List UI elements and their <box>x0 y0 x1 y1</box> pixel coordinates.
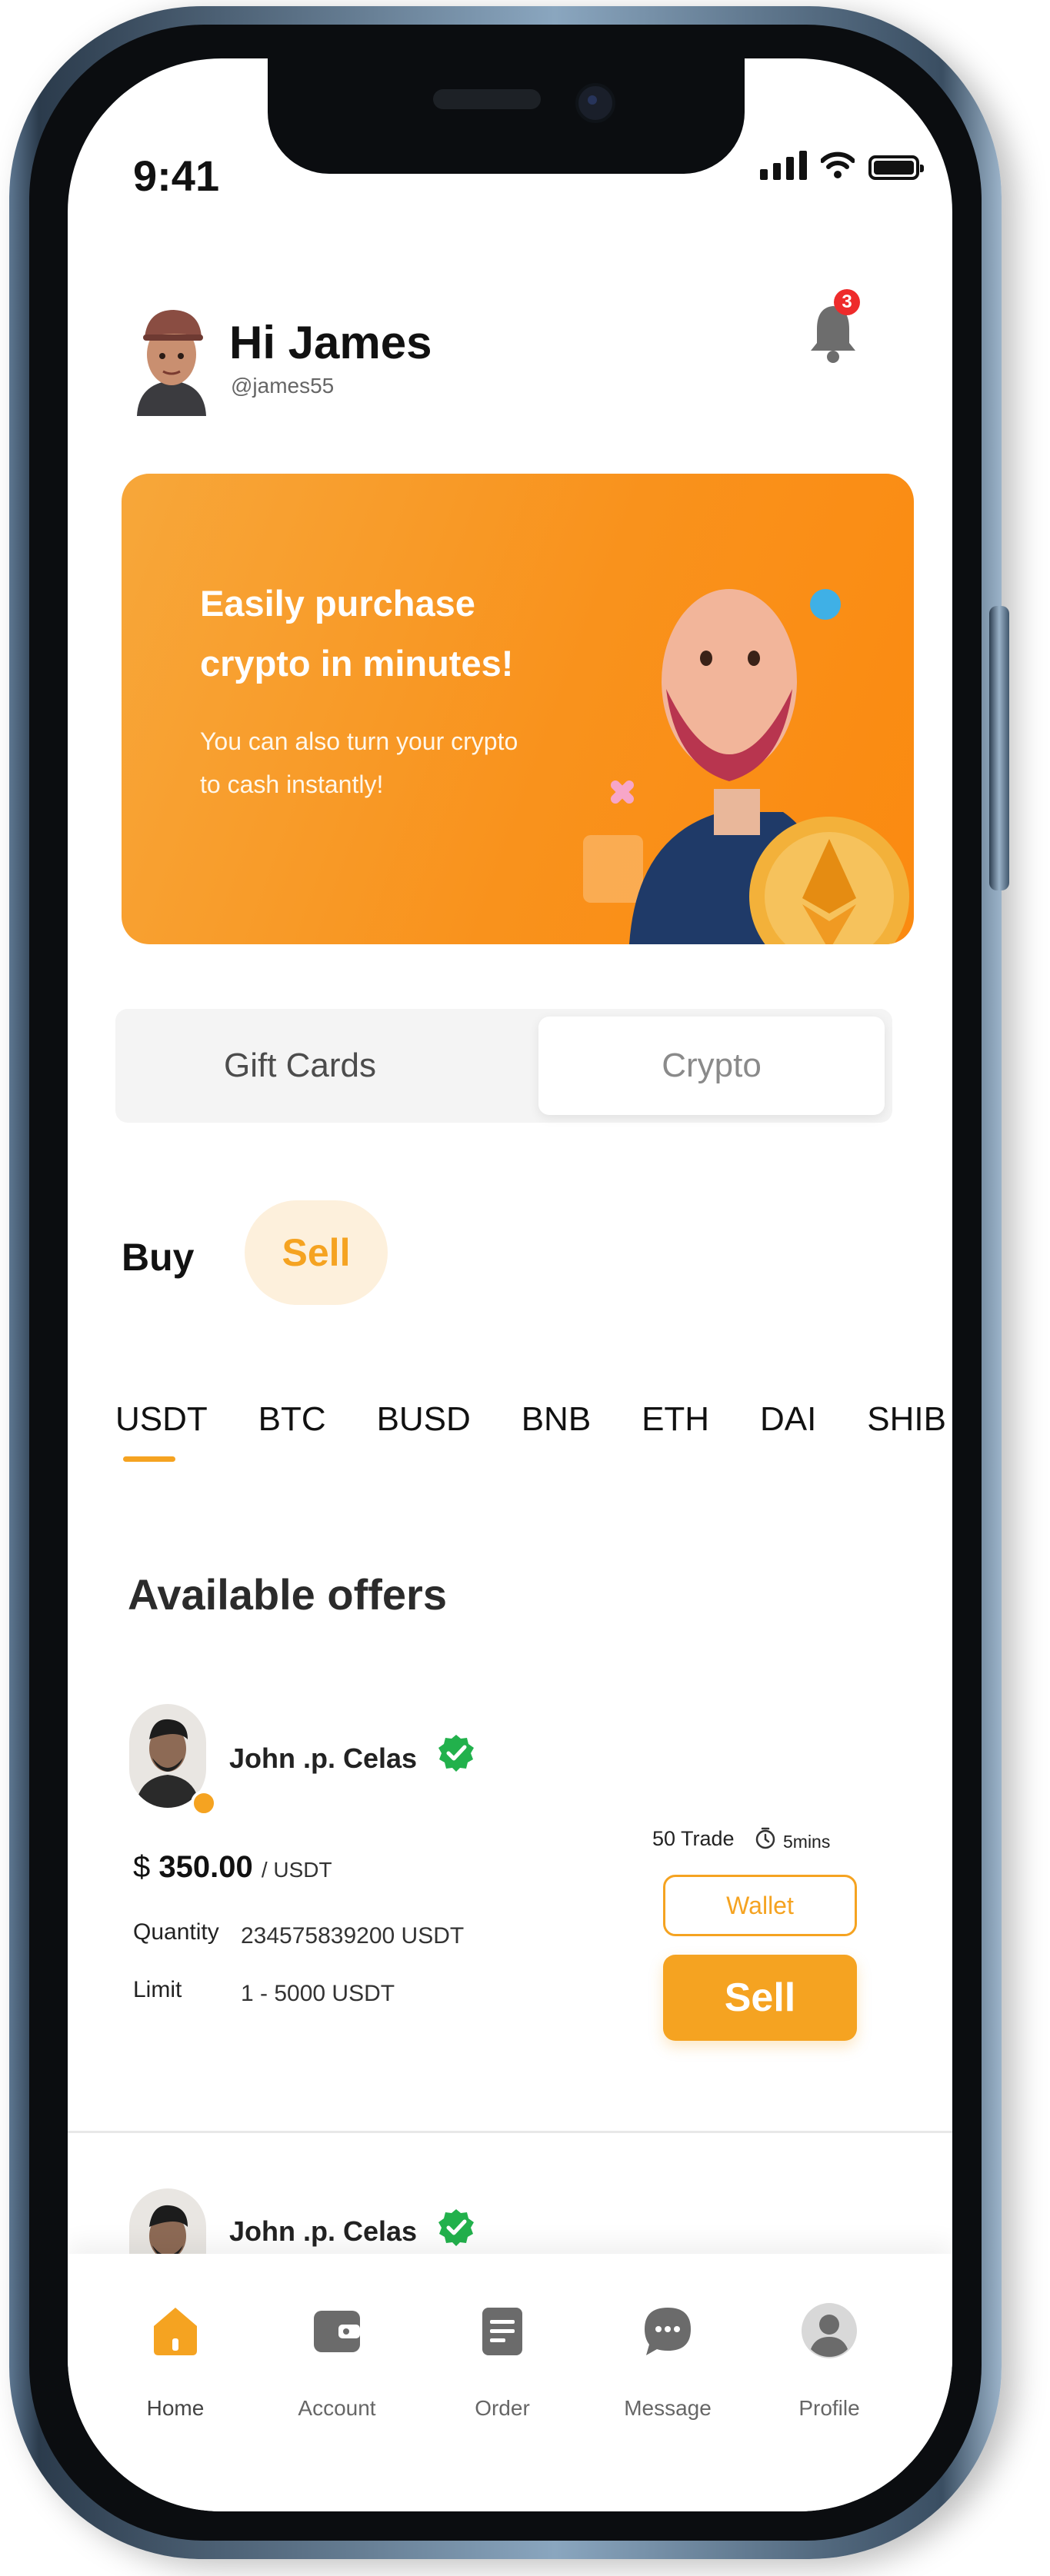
coin-tab-dai[interactable]: DAI <box>760 1400 816 1439</box>
nav-label-order: Order <box>475 2396 530 2420</box>
notification-button[interactable]: 3 <box>806 289 860 366</box>
nav-label-home: Home <box>146 2396 205 2420</box>
coin-tab-btc[interactable]: BTC <box>258 1400 326 1439</box>
banner-subtitle: You can also turn your crypto to cash in… <box>200 727 518 798</box>
user-avatar[interactable] <box>129 301 214 416</box>
currency-symbol: $ <box>133 1850 151 1884</box>
coin-tabs: USDT BTC BUSD BNB ETH DAI SHIB <box>115 1400 946 1439</box>
phone-frame: 9:41 Hi James @james55 3 Easily purchase… <box>9 6 1009 2559</box>
battery-icon <box>868 155 924 180</box>
online-status-dot <box>191 1790 217 1816</box>
offer-price: $ 350.00 / USDT <box>133 1850 332 1885</box>
wallet-button[interactable]: Wallet <box>663 1875 857 1936</box>
notch <box>268 58 745 174</box>
category-segmented-control: Gift Cards Crypto <box>115 1009 892 1123</box>
verified-badge-icon <box>438 1735 474 1772</box>
trader-name[interactable]: John .p. Celas <box>229 1742 417 1775</box>
offer-avatar[interactable] <box>129 1704 206 1808</box>
coin-tab-usdt[interactable]: USDT <box>115 1400 208 1439</box>
coin-tab-shib[interactable]: SHIB <box>867 1400 946 1439</box>
sell-toggle[interactable]: Sell <box>245 1200 388 1305</box>
nav-item-message[interactable]: Message <box>602 2300 733 2421</box>
side-button <box>989 606 1009 890</box>
coin-tab-eth[interactable]: ETH <box>642 1400 709 1439</box>
wallet-icon <box>314 2311 360 2352</box>
active-coin-indicator <box>123 1456 175 1462</box>
signal-icon <box>760 151 807 180</box>
phone-bezel: 9:41 Hi James @james55 3 Easily purchase… <box>29 25 982 2541</box>
banner-title: Easily purchase crypto in minutes! <box>200 583 514 684</box>
quantity-value: 234575839200 USDT <box>241 1923 465 1949</box>
nav-label-account: Account <box>298 2396 376 2420</box>
coin-tab-bnb[interactable]: BNB <box>522 1400 591 1439</box>
front-camera <box>575 83 615 123</box>
quantity-label: Quantity <box>133 1919 219 1945</box>
home-icon <box>154 2308 197 2355</box>
nav-item-home[interactable]: Home <box>110 2300 241 2421</box>
coin-tab-busd[interactable]: BUSD <box>377 1400 471 1439</box>
document-icon <box>482 2308 522 2355</box>
limit-label: Limit <box>133 1977 182 2002</box>
wifi-icon <box>821 151 855 178</box>
nav-item-account[interactable]: Account <box>272 2300 402 2421</box>
user-icon <box>802 2303 857 2358</box>
trader-name[interactable]: John .p. Celas <box>229 2215 417 2248</box>
nav-label-profile: Profile <box>798 2396 860 2420</box>
price-unit: / USDT <box>261 1858 332 1882</box>
chat-icon <box>645 2308 691 2355</box>
available-offers-title: Available offers <box>128 1570 447 1619</box>
promo-banner[interactable]: Easily purchase crypto in minutes! You c… <box>122 474 914 944</box>
buy-toggle[interactable]: Buy <box>122 1235 194 1280</box>
user-handle: @james55 <box>231 374 335 398</box>
trade-count: 50 Trade <box>652 1827 735 1850</box>
nav-item-order[interactable]: Order <box>437 2300 568 2421</box>
price-value: 350.00 <box>158 1850 253 1884</box>
status-time: 9:41 <box>133 151 220 200</box>
tab-gift-cards[interactable]: Gift Cards <box>115 1009 485 1123</box>
limit-value: 1 - 5000 USDT <box>241 1981 395 2006</box>
timer-icon <box>755 1827 775 1849</box>
verified-badge-icon <box>438 2209 474 2246</box>
nav-item-profile[interactable]: Profile <box>764 2300 895 2421</box>
status-icons <box>760 151 924 180</box>
greeting: Hi James <box>229 317 432 368</box>
payment-duration: 5mins <box>783 1832 831 1852</box>
notification-badge: 3 <box>834 289 860 315</box>
offer-divider <box>68 2131 952 2133</box>
nav-label-message: Message <box>624 2396 712 2420</box>
trader-photo <box>135 1719 200 1808</box>
speaker <box>433 89 541 109</box>
app-screen: 9:41 Hi James @james55 3 Easily purchase… <box>68 58 952 2511</box>
tab-crypto[interactable]: Crypto <box>538 1017 885 1115</box>
bottom-navigation: Home Account Order Message Profile <box>68 2254 952 2511</box>
sell-button[interactable]: Sell <box>663 1955 857 2041</box>
banner-character-illustration <box>583 589 909 944</box>
